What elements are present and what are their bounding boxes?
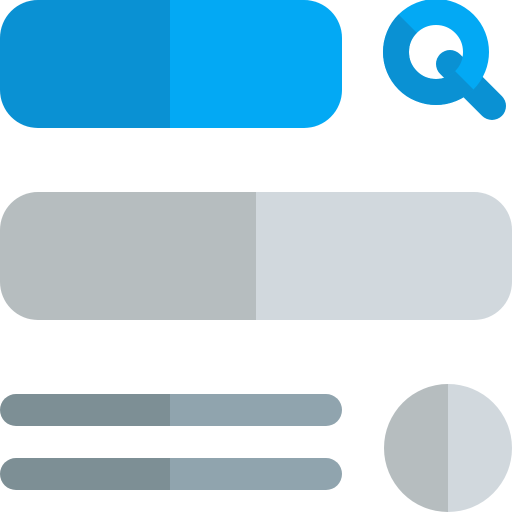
circle-icon-left-half [384,384,448,512]
search-pill-left [0,0,170,128]
search-pill-right [170,0,342,128]
content-bar-left [0,192,256,320]
search-pill[interactable] [0,0,342,128]
content-bar [0,192,512,320]
circle-icon-right-half [448,384,512,512]
text-line-1-right [170,394,342,426]
text-line-1 [0,394,342,426]
illustration-canvas [0,0,512,512]
text-line-2-left [0,458,170,490]
text-line-1-left [0,394,170,426]
text-line-2-right [170,458,342,490]
search-icon[interactable] [380,0,512,132]
text-line-2 [0,458,342,490]
circle-icon[interactable] [384,384,512,512]
content-bar-right [256,192,512,320]
